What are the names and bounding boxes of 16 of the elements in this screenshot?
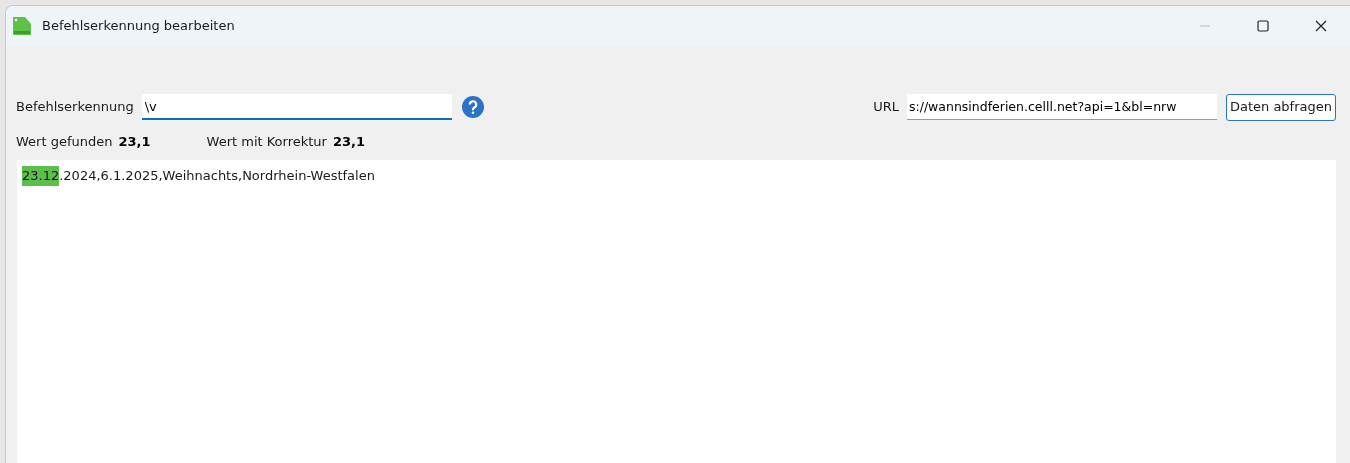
- fetch-data-button[interactable]: Daten abfragen: [1225, 93, 1336, 121]
- result-text: .2024,6.1.2025,Weihnachts,Nordrhein-Westfalen: [59, 167, 375, 185]
- value-label: Wert gefunden: [16, 133, 113, 152]
- value-label: Wert mit Korrektur: [206, 133, 327, 152]
- help-icon[interactable]: [461, 96, 484, 118]
- close-icon: [1315, 20, 1327, 32]
- value-number: 23,1: [118, 133, 151, 152]
- match-highlight: 23.12: [22, 166, 60, 186]
- command-input[interactable]: \v: [141, 94, 452, 120]
- value-number: 23,1: [332, 133, 365, 152]
- field-label: URL: [873, 98, 899, 117]
- url-input[interactable]: s://wannsindferien.celll.net?api=1&bl=nrw: [906, 94, 1217, 120]
- maximize-icon: [1257, 20, 1269, 32]
- app-icon: [12, 16, 32, 36]
- field-label: Befehlserkennung: [16, 98, 134, 117]
- window-title: Befehlserkennung bearbeiten: [42, 17, 235, 36]
